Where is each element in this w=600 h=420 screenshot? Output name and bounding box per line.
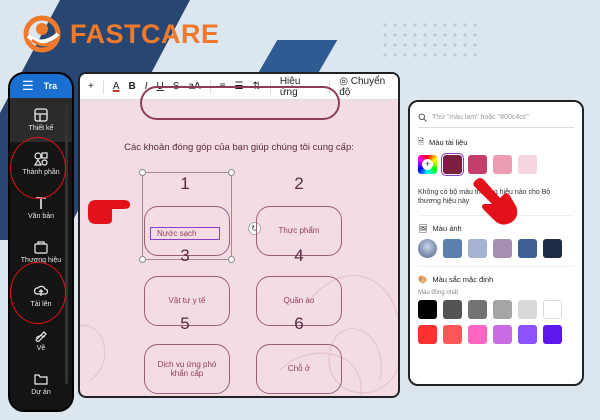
color-swatch[interactable]	[518, 324, 537, 344]
color-swatch[interactable]	[493, 324, 512, 344]
card-number: 5	[180, 314, 190, 333]
sidebar-scrollbar[interactable]	[65, 104, 68, 384]
color-swatch[interactable]	[443, 238, 462, 258]
color-swatch[interactable]	[493, 299, 512, 319]
color-swatch[interactable]	[468, 324, 487, 344]
document-colors-row: +	[410, 153, 582, 176]
contribution-prompt[interactable]: Các khoản đóng góp của bạn giúp chúng tô…	[80, 142, 398, 153]
decorative-pill-shape	[140, 86, 340, 120]
default-colors-header: 🎨 Màu sắc mặc định	[418, 275, 574, 284]
card-number: 2	[294, 174, 304, 193]
color-swatch[interactable]	[518, 238, 537, 258]
layout-icon	[34, 108, 48, 122]
photo-colors-row	[410, 238, 582, 258]
color-panel: Thử "màu lam" hoặc "#00c4cc" 🗎 Màu tài l…	[408, 100, 584, 386]
card-text-editing[interactable]: Nước sạch	[150, 227, 220, 240]
add-color-button[interactable]: +	[418, 155, 437, 174]
sidebar-header-label: Tra	[43, 81, 58, 91]
color-swatch[interactable]	[518, 155, 537, 174]
sidebar-item-label: Văn bản	[27, 213, 55, 220]
plus-icon: +	[422, 159, 433, 170]
default-colors-row	[410, 299, 582, 319]
design-editor: + A B I U S aA ≡ ☰ ⇅ Hiệu ứng ◎ Chuyển đ…	[78, 72, 400, 398]
color-swatch[interactable]	[543, 299, 562, 319]
color-swatch[interactable]	[543, 238, 562, 258]
card-number: 4	[294, 246, 304, 265]
color-swatch[interactable]	[418, 299, 437, 319]
sidebar-item-projects[interactable]: Dự án	[10, 362, 72, 406]
highlight-circle-uploads	[10, 262, 66, 324]
color-search-placeholder: Thử "màu lam" hoặc "#00c4cc"	[432, 114, 529, 121]
card-shelter[interactable]: Chỗ ở	[256, 344, 342, 394]
default-colors-title: Màu sắc mặc định	[432, 274, 494, 284]
pointing-hand-icon	[84, 194, 134, 231]
brand-icon	[34, 241, 48, 254]
folder-icon	[34, 374, 48, 385]
card-emergency-response[interactable]: Dịch vụ ứng phó khẩn cấp	[144, 344, 230, 394]
canvas-page[interactable]: Các khoản đóng góp của bạn giúp chúng tô…	[80, 86, 398, 396]
color-swatch[interactable]	[468, 155, 487, 174]
palette-icon: 🎨	[418, 274, 428, 284]
resize-handle[interactable]	[228, 169, 235, 176]
card-number: 6	[294, 314, 304, 333]
color-swatch[interactable]	[443, 324, 462, 344]
solid-colors-label: Màu đồng nhất	[418, 289, 459, 296]
color-swatch[interactable]	[493, 238, 512, 258]
color-swatch[interactable]	[468, 299, 487, 319]
sidebar-item-draw[interactable]: Vẽ	[10, 318, 72, 362]
brand-name: FASTCARE	[70, 18, 220, 49]
document-colors-header: 🗎 Màu tài liệu	[418, 136, 574, 149]
document-colors-title: Màu tài liệu	[429, 138, 468, 147]
highlight-circle-elements	[10, 137, 66, 199]
bright-colors-row	[410, 324, 582, 344]
sidebar-header: ☰ Tra	[10, 74, 72, 98]
search-icon	[418, 113, 427, 122]
resize-handle[interactable]	[228, 256, 235, 263]
section-divider	[418, 265, 574, 267]
sidebar-item-label: Thiết kế	[28, 125, 54, 132]
color-swatch[interactable]	[518, 299, 537, 319]
sidebar-item-design[interactable]: Thiết kế	[10, 98, 72, 142]
color-swatch[interactable]	[443, 299, 462, 319]
card-number: 1	[180, 174, 190, 193]
brand-logo: FASTCARE	[22, 14, 220, 54]
draw-icon	[35, 331, 47, 342]
color-swatch[interactable]	[441, 153, 464, 176]
color-swatch[interactable]	[468, 238, 487, 258]
toolbar-divider	[102, 79, 104, 94]
bold-button[interactable]: B	[129, 81, 136, 92]
photo-colors-title: Màu ảnh	[432, 223, 462, 233]
palette-icon: 🗎	[418, 137, 425, 146]
sidebar-item-label: Vẽ	[36, 345, 46, 352]
animate-button[interactable]: ◎ Chuyển độ	[339, 76, 398, 98]
font-color-button[interactable]: A	[113, 81, 120, 92]
pointing-hand-icon	[470, 176, 522, 233]
image-icon: 🖼	[418, 223, 428, 233]
editor-sidebar: ☰ Tra Thiết kế Thành phần Văn bản Thương…	[8, 72, 74, 412]
sidebar-item-label: Dự án	[31, 389, 51, 396]
color-swatch[interactable]	[493, 155, 512, 174]
background-dots	[380, 20, 480, 60]
color-search-bar[interactable]: Thử "màu lam" hoặc "#00c4cc"	[418, 108, 574, 128]
animate-icon: ◎	[339, 75, 351, 87]
color-swatch[interactable]	[418, 324, 437, 344]
color-swatch[interactable]	[543, 324, 562, 344]
photo-thumbnail[interactable]	[418, 238, 437, 258]
add-button[interactable]: +	[88, 81, 94, 92]
card-number: 3	[180, 246, 190, 265]
logo-icon	[22, 14, 64, 54]
hamburger-icon[interactable]: ☰	[22, 78, 34, 94]
